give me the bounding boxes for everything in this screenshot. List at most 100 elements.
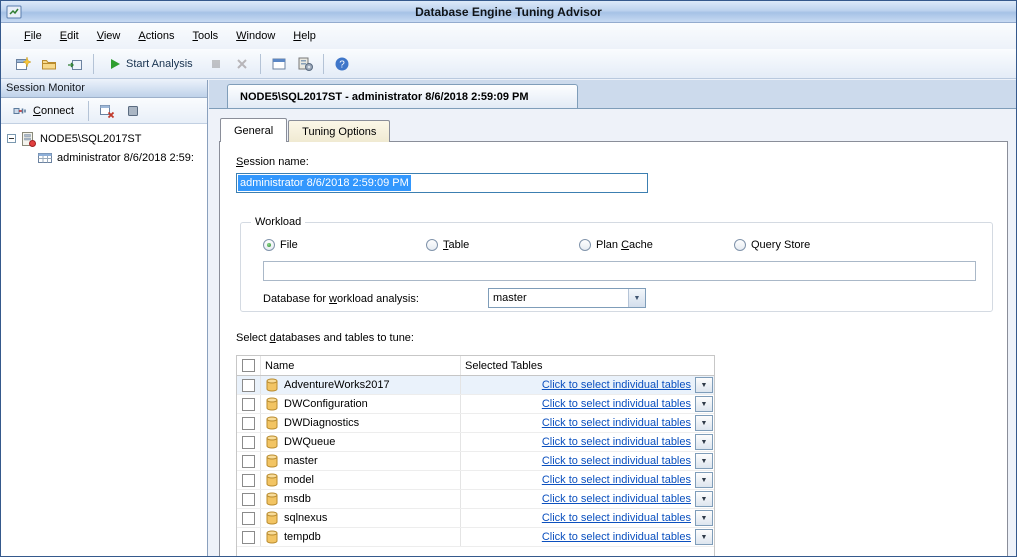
select-tables-link[interactable]: Click to select individual tables	[542, 398, 691, 410]
session-name-input[interactable]: administrator 8/6/2018 2:59:09 PM	[236, 173, 648, 193]
database-icon	[265, 378, 279, 392]
new-session-button[interactable]	[11, 52, 35, 76]
application-window: Database Engine Tuning Advisor File Edit…	[0, 0, 1017, 557]
radio-plan-cache[interactable]: Plan Cache	[579, 239, 653, 251]
tables-dropdown-button[interactable]: ▼	[695, 510, 713, 526]
help-button[interactable]: ?	[330, 52, 354, 76]
radio-table-label: Table	[443, 239, 469, 251]
tables-dropdown-button[interactable]: ▼	[695, 453, 713, 469]
row-checkbox[interactable]	[242, 455, 255, 468]
toolbar-separator	[93, 54, 94, 74]
workload-file-input[interactable]	[263, 261, 976, 281]
tables-dropdown-button[interactable]: ▼	[695, 491, 713, 507]
stop-session-button[interactable]	[121, 99, 145, 123]
row-checkbox[interactable]	[242, 474, 255, 487]
help-icon: ?	[334, 56, 350, 72]
session-document-tab[interactable]: NODE5\SQL2017ST - administrator 8/6/2018…	[227, 84, 578, 108]
name-column-header[interactable]: Name	[261, 356, 461, 375]
menu-edit[interactable]: Edit	[51, 25, 88, 47]
tables-dropdown-button[interactable]: ▼	[695, 472, 713, 488]
tables-dropdown-button[interactable]: ▼	[695, 396, 713, 412]
show-report-button[interactable]	[267, 52, 291, 76]
menu-file[interactable]: File	[15, 25, 51, 47]
select-tables-link[interactable]: Click to select individual tables	[542, 455, 691, 467]
select-all-checkbox[interactable]	[242, 359, 255, 372]
session-monitor-header: Session Monitor	[1, 80, 207, 98]
radio-table[interactable]: Table	[426, 239, 469, 251]
cancel-x-icon	[234, 56, 250, 72]
checkbox-cell	[237, 433, 261, 451]
row-checkbox[interactable]	[242, 512, 255, 525]
menu-actions[interactable]: Actions	[129, 25, 183, 47]
toolbar-separator	[323, 54, 324, 74]
session-monitor-panel: Session Monitor Connect	[1, 80, 208, 556]
select-tables-link[interactable]: Click to select individual tables	[542, 417, 691, 429]
row-checkbox[interactable]	[242, 531, 255, 544]
database-icon	[265, 435, 279, 449]
table-row: sqlnexus Click to select individual tabl…	[237, 509, 714, 528]
start-analysis-button[interactable]: Start Analysis	[100, 53, 202, 75]
session-subtabs: General Tuning Options	[220, 118, 391, 142]
select-tables-link[interactable]: Click to select individual tables	[542, 379, 691, 391]
open-folder-icon	[41, 56, 57, 72]
start-analysis-label: Start Analysis	[126, 58, 193, 70]
tables-dropdown-button[interactable]: ▼	[695, 434, 713, 450]
name-cell: model	[261, 471, 461, 489]
app-icon[interactable]	[6, 4, 22, 20]
database-name: msdb	[284, 493, 311, 505]
tree-node-label: administrator 8/6/2018 2:59:	[57, 152, 194, 164]
table-row: DWConfiguration Click to select individu…	[237, 395, 714, 414]
import-workload-button[interactable]	[63, 52, 87, 76]
server-options-button[interactable]	[293, 52, 317, 76]
tables-dropdown-button[interactable]: ▼	[695, 377, 713, 393]
tab-tuning-options[interactable]: Tuning Options	[288, 120, 390, 142]
selected-tables-column-header[interactable]: Selected Tables	[461, 356, 714, 375]
row-checkbox[interactable]	[242, 417, 255, 430]
tables-dropdown-button[interactable]: ▼	[695, 415, 713, 431]
tab-general[interactable]: General	[220, 118, 287, 142]
open-session-button[interactable]	[37, 52, 61, 76]
collapse-icon[interactable]	[7, 134, 16, 143]
database-combobox[interactable]: master ▼	[488, 288, 646, 308]
stop-analysis-button	[204, 52, 228, 76]
row-checkbox[interactable]	[242, 379, 255, 392]
radio-file[interactable]: File	[263, 239, 298, 251]
chevron-down-icon: ▼	[701, 477, 708, 484]
checkbox-cell	[237, 490, 261, 508]
import-arrow-icon	[67, 56, 83, 72]
workload-group-label: Workload	[251, 216, 305, 228]
menu-view[interactable]: View	[88, 25, 130, 47]
select-tables-link[interactable]: Click to select individual tables	[542, 512, 691, 524]
row-checkbox[interactable]	[242, 398, 255, 411]
tree-node-server[interactable]: NODE5\SQL2017ST	[3, 129, 205, 148]
row-checkbox[interactable]	[242, 436, 255, 449]
database-name: AdventureWorks2017	[284, 379, 390, 391]
select-tables-link[interactable]: Click to select individual tables	[542, 474, 691, 486]
connect-button[interactable]: Connect	[5, 99, 82, 123]
radio-button-icon	[263, 239, 275, 251]
row-checkbox[interactable]	[242, 493, 255, 506]
checkbox-cell	[237, 376, 261, 394]
toolbar-separator	[88, 101, 89, 121]
select-tables-link[interactable]: Click to select individual tables	[542, 493, 691, 505]
chevron-down-icon[interactable]: ▼	[628, 289, 645, 307]
database-icon	[265, 397, 279, 411]
menu-tools[interactable]: Tools	[183, 25, 227, 47]
select-tables-link[interactable]: Click to select individual tables	[542, 531, 691, 543]
checkbox-cell	[237, 395, 261, 413]
menu-window[interactable]: Window	[227, 25, 284, 47]
session-name-label: Session name:	[236, 156, 309, 168]
toolbar-separator	[260, 54, 261, 74]
main-toolbar: Start Analysis ?	[1, 49, 1016, 79]
tables-dropdown-button[interactable]: ▼	[695, 529, 713, 545]
menu-help[interactable]: Help	[284, 25, 325, 47]
name-cell: sqlnexus	[261, 509, 461, 527]
radio-query-store[interactable]: Query Store	[734, 239, 810, 251]
name-cell: msdb	[261, 490, 461, 508]
session-monitor-toolbar: Connect	[1, 98, 207, 124]
delete-session-button[interactable]	[95, 99, 119, 123]
tree-node-session[interactable]: administrator 8/6/2018 2:59:	[3, 148, 205, 167]
select-tables-link[interactable]: Click to select individual tables	[542, 436, 691, 448]
table-row: DWDiagnostics Click to select individual…	[237, 414, 714, 433]
window-icon	[271, 56, 287, 72]
